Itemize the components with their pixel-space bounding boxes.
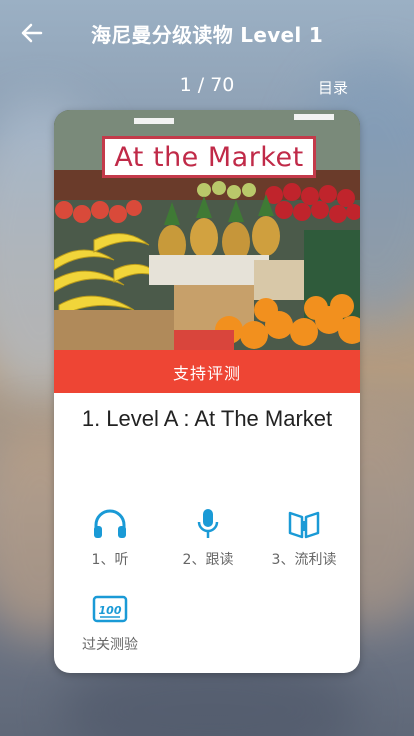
- follow-read-button[interactable]: 2、跟读: [163, 507, 253, 569]
- microphone-icon: [197, 509, 219, 538]
- headphones-icon: [94, 509, 126, 538]
- header-bar: 海尼曼分级读物 Level 1: [0, 0, 414, 66]
- cover-title: At the Market: [114, 141, 304, 173]
- listen-label: 1、听: [91, 552, 129, 568]
- page-title: 海尼曼分级读物 Level 1: [90, 23, 324, 47]
- quiz-label: 过关测验: [82, 637, 138, 653]
- cover-title-sign: At the Market: [102, 136, 316, 178]
- book-cover-image[interactable]: At the Market: [54, 110, 360, 350]
- page-indicator: 1 / 70: [179, 74, 235, 96]
- catalog-button[interactable]: 目录: [318, 77, 348, 98]
- book-title: 1. Level A : At The Market: [81, 406, 333, 431]
- svg-text:100: 100: [99, 604, 122, 617]
- open-book-icon: [288, 511, 320, 539]
- fluent-read-button[interactable]: 3、流利读: [259, 507, 349, 569]
- score-100-icon: 100: [92, 595, 128, 623]
- follow-read-label: 2、跟读: [182, 552, 234, 568]
- fluent-read-label: 3、流利读: [271, 552, 337, 568]
- listen-button[interactable]: 1、听: [65, 507, 155, 569]
- quiz-button[interactable]: 100 过关测验: [65, 592, 155, 654]
- evaluation-banner: 支持评测: [54, 350, 360, 393]
- book-card[interactable]: At the Market 支持评测 1. Level A : At The M…: [54, 110, 360, 673]
